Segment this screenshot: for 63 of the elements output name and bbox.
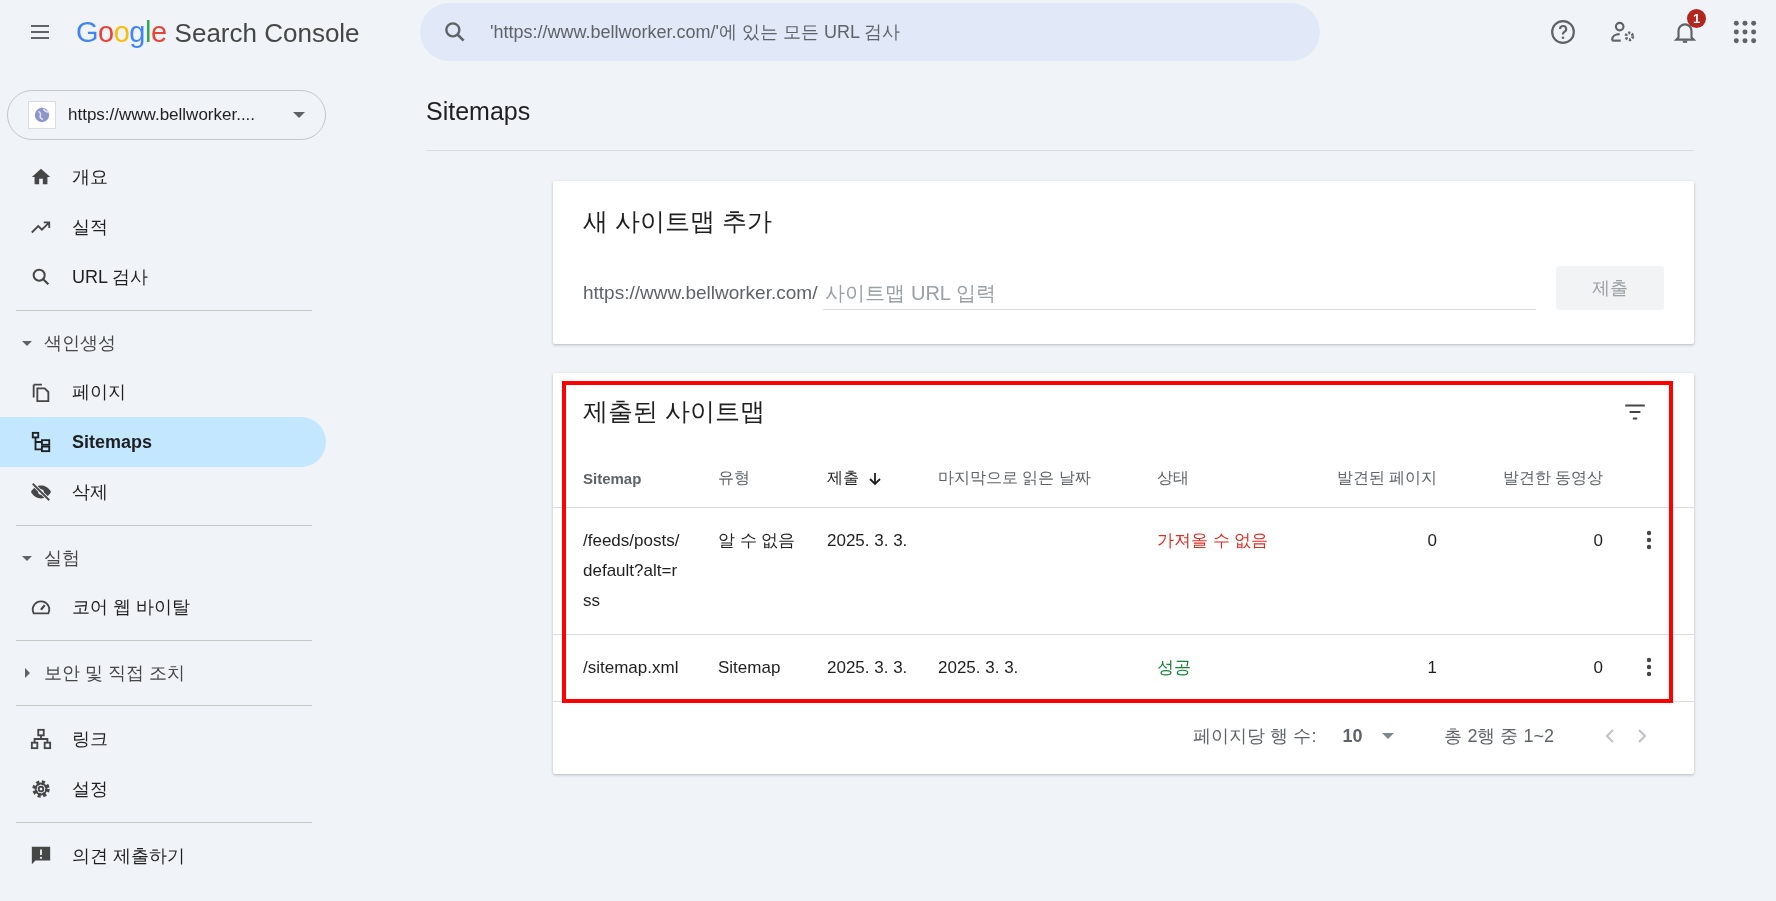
column-header[interactable]: 마지막으로 읽은 날짜 [938,428,1157,508]
table-cell: 0 [1437,635,1603,702]
network-icon [30,728,52,750]
table-cell: Sitemap [718,635,827,702]
caret-icon [22,338,32,348]
page-range: 총 2행 중 1~2 [1444,725,1554,748]
table-cell: /feeds/posts/default?alt=rss [553,508,718,635]
more-vert-icon[interactable] [1645,657,1652,677]
help-icon[interactable] [1550,19,1576,45]
table-cell: 0 [1307,508,1437,635]
nav-section-toggle[interactable]: 실험 [0,534,326,582]
card-title: 제출된 사이트맵 [583,396,765,427]
caret-icon [22,553,32,563]
globe-icon [33,106,51,124]
nav-item[interactable]: 링크 [0,714,326,764]
sort-down-arrow-icon [867,470,883,487]
table-cell: 1 [1307,635,1437,702]
search-icon [30,266,52,288]
column-header[interactable]: 발견한 동영상 [1437,428,1603,508]
property-selector[interactable]: https://www.bellworker.... [7,90,326,140]
dropdown-caret-icon [293,112,305,118]
search-field[interactable]: 'https://www.bellworker.com/'에 있는 모든 URL 검사 [420,3,1320,61]
table-cell: 2025. 3. 3. [827,508,938,635]
pages-icon [30,381,52,403]
nav-item[interactable]: 실적 [0,202,326,252]
column-header[interactable]: 유형 [718,428,827,508]
caret-icon [22,668,32,678]
nav-section-toggle[interactable]: 보안 및 직접 조치 [0,649,326,697]
dropdown-caret-icon [1382,733,1395,739]
page-title: Sitemaps [426,64,1694,151]
column-header[interactable]: 상태 [1157,428,1307,508]
rows-per-page-select[interactable]: 10 [1336,724,1401,748]
column-header[interactable]: 제출 [827,428,938,508]
table-cell: 알 수 없음 [718,508,827,635]
nav-item[interactable]: 삭제 [0,467,326,517]
table-cell: 0 [1437,508,1603,635]
table-cell: 2025. 3. 3. [827,635,938,702]
table-cell: 2025. 3. 3. [938,635,1157,702]
status-text: 가져올 수 없음 [1157,508,1307,635]
column-header[interactable]: 발견된 페이지 [1307,428,1437,508]
feedback-icon [30,845,52,867]
card-title: 새 사이트맵 추가 [583,206,773,237]
more-vert-icon[interactable] [1645,530,1652,550]
nav-item[interactable]: 코어 웹 바이탈 [0,582,326,632]
notification-badge: 1 [1687,9,1706,28]
apps-grid-icon[interactable] [1732,19,1758,45]
status-text: 성공 [1157,635,1307,702]
google-logo: Google [76,15,167,49]
nav-item[interactable]: 개요 [0,152,326,202]
nav-item[interactable]: Sitemaps [0,417,326,467]
nav-section-toggle[interactable]: 색인생성 [0,319,326,367]
product-name: Search Console [174,17,360,49]
nav-item[interactable]: 의견 제출하기 [0,831,326,881]
sitemap-tree-icon [30,431,52,453]
nav-item[interactable]: 페이지 [0,367,326,417]
url-prefix: https://www.bellworker.com/ [583,282,818,305]
nav-item[interactable]: 설정 [0,764,326,814]
settings-icon [30,778,52,800]
table-cell: /sitemap.xml [553,635,718,702]
column-header[interactable]: Sitemap [553,428,718,508]
nav-item[interactable]: URL 검사 [0,252,326,302]
rows-per-page-label: 페이지당 행 수: [1193,725,1317,748]
eye-off-icon [30,481,52,503]
